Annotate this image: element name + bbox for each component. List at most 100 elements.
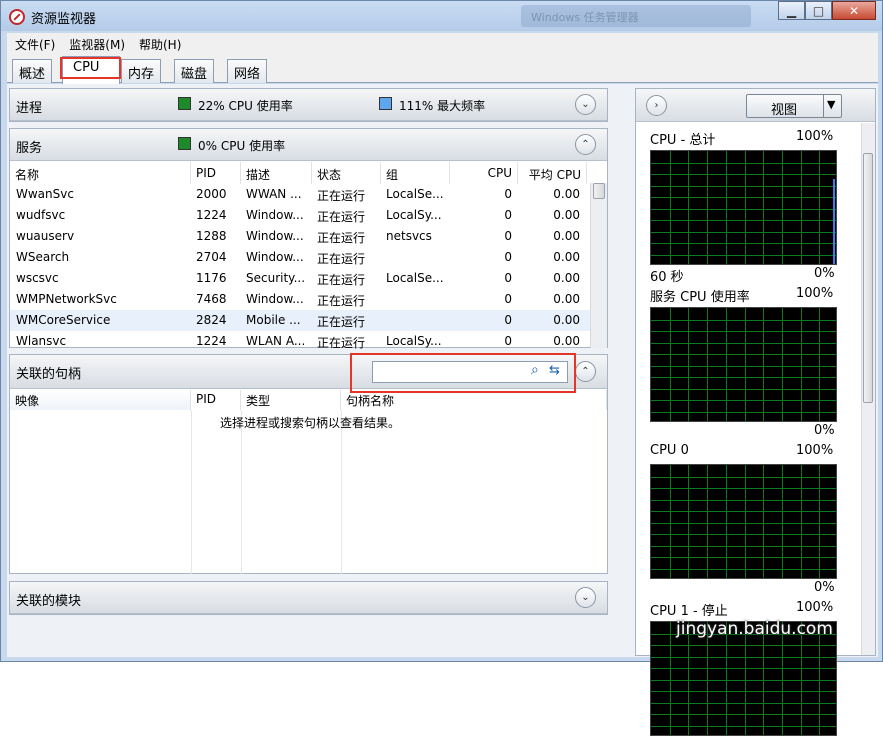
cell-desc: Window...: [246, 229, 304, 243]
cell-status: 正在运行: [317, 189, 366, 203]
collapse-services-button[interactable]: ⌃: [575, 134, 596, 155]
graph-footer-left: 60 秒: [650, 270, 684, 285]
column-type[interactable]: 类型: [241, 390, 341, 410]
grid-line: [670, 151, 671, 264]
grid-line: [651, 320, 836, 321]
column-name[interactable]: 名称: [10, 162, 191, 184]
grid-line: [651, 500, 836, 501]
grid-line: [819, 308, 820, 421]
table-row[interactable]: wuauserv 1288 Window... 正在运行 netsvcs 0 0.00: [10, 226, 590, 247]
close-button[interactable]: ✕: [832, 1, 876, 20]
column-avg-cpu[interactable]: 平均 CPU: [518, 162, 587, 184]
graph-max: 100%: [796, 286, 834, 301]
modules-title: 关联的模块: [16, 594, 82, 609]
services-header[interactable]: 服务 0% CPU 使用率 ⌃: [10, 129, 607, 161]
cell-avg: 0.00: [553, 334, 580, 348]
cell-pid: 1176: [196, 271, 227, 285]
table-row[interactable]: wscsvc 1176 Security... 正在运行 LocalSe... 0 0.00: [10, 268, 590, 289]
graphs-scrollbar[interactable]: [861, 123, 875, 655]
grid-line: [819, 465, 820, 578]
handles-header[interactable]: 关联的句柄 ⌕ ⇆ ⌃: [10, 355, 607, 389]
cell-status: 正在运行: [317, 273, 366, 287]
grid-line: [651, 569, 836, 570]
grid-line: [763, 308, 764, 421]
grid-line: [707, 308, 708, 421]
column-handle-name[interactable]: 句柄名称: [341, 390, 607, 410]
grid-line: [707, 465, 708, 578]
column-status[interactable]: 状态: [312, 162, 381, 184]
graph-title: 服务 CPU 使用率: [650, 290, 750, 305]
cell-avg: 0.00: [553, 313, 580, 327]
menu-help[interactable]: 帮助(H): [139, 36, 181, 53]
cpu-graph: [650, 464, 837, 579]
cell-name: WMPNetworkSvc: [16, 292, 117, 306]
cell-group: LocalSy...: [386, 334, 442, 348]
content-area: 进程 22% CPU 使用率 111% 最大频率 ⌄ 服务 0% CPU 使用率…: [7, 84, 878, 736]
grid-line: [688, 465, 689, 578]
grid-line: [651, 209, 836, 210]
tab-network[interactable]: 网络: [227, 59, 268, 83]
column-description[interactable]: 描述: [241, 162, 312, 184]
table-row[interactable]: wudfsvc 1224 Window... 正在运行 LocalSy... 0 0.00: [10, 205, 590, 226]
cell-pid: 2704: [196, 250, 227, 264]
table-row[interactable]: Wlansvc 1224 WLAN A... 正在运行 LocalSy... 0 0.00: [10, 331, 590, 352]
grid-line: [726, 465, 727, 578]
column-image[interactable]: 映像: [10, 390, 191, 410]
search-icon[interactable]: ⌕: [531, 362, 539, 378]
grid-line: [763, 465, 764, 578]
grid-line: [745, 465, 746, 578]
handle-search-input[interactable]: [375, 364, 525, 380]
cell-status: 正在运行: [317, 252, 366, 266]
table-row[interactable]: WMCoreService 2824 Mobile ... 正在运行 0 0.00: [10, 310, 590, 331]
grid-line: [651, 726, 836, 727]
table-row[interactable]: WwanSvc 2000 WWAN ... 正在运行 LocalSe... 0 0.00: [10, 184, 590, 205]
table-row[interactable]: WMPNetworkSvc 7468 Window... 正在运行 0 0.00: [10, 289, 590, 310]
background-window-title: Windows 任务管理器: [521, 5, 751, 27]
expand-processes-button[interactable]: ⌄: [575, 94, 596, 115]
column-pid[interactable]: PID: [191, 390, 241, 410]
maximize-icon: □: [812, 3, 825, 18]
menu-monitor[interactable]: 监视器(M): [69, 36, 125, 53]
tab-memory[interactable]: 内存: [121, 59, 162, 83]
minimize-icon: ▁: [786, 3, 797, 18]
graphs-scroll-thumb[interactable]: [863, 153, 873, 403]
grid-line: [651, 645, 836, 646]
cpu-graph: [650, 150, 837, 265]
view-button[interactable]: 视图 ▼: [746, 94, 842, 118]
graph-title: CPU 1 - 停止: [650, 604, 728, 619]
table-row[interactable]: WSearch 2704 Window... 正在运行 0 0.00: [10, 247, 590, 268]
graphs-panel: › 视图 ▼ CPU - 总计 100% 60 秒 0% 服务 CPU 使用率 100% 0…: [635, 88, 876, 736]
services-scrollbar[interactable]: [590, 183, 607, 348]
services-section: 服务 0% CPU 使用率 ⌃ 名称 PID 描述 状态 组 CPU 平均 CP…: [9, 128, 608, 350]
cell-desc: Mobile ...: [246, 313, 301, 327]
chevron-up-icon: ⌃: [581, 366, 590, 377]
cell-group: LocalSe...: [386, 187, 444, 201]
cell-desc: Window...: [246, 208, 304, 222]
title-bar[interactable]: 资源监视器 Windows 任务管理器 ▁ □ ✕: [1, 1, 882, 31]
maximize-button[interactable]: □: [805, 1, 832, 20]
expand-modules-button[interactable]: ⌄: [575, 587, 596, 608]
collapse-graphs-button[interactable]: ›: [646, 95, 667, 116]
collapse-handles-button[interactable]: ⌃: [575, 361, 596, 382]
grid-line: [782, 308, 783, 421]
column-cpu[interactable]: CPU: [450, 162, 518, 184]
tab-disk[interactable]: 磁盘: [174, 59, 215, 83]
scroll-thumb[interactable]: [593, 183, 605, 199]
menu-file[interactable]: 文件(F): [15, 36, 55, 53]
minimize-button[interactable]: ▁: [778, 1, 805, 20]
processes-cpu-usage: 22% CPU 使用率: [198, 99, 293, 113]
modules-header[interactable]: 关联的模块 ⌄: [10, 582, 607, 614]
tab-overview[interactable]: 概述: [12, 59, 53, 83]
tab-cpu[interactable]: CPU: [62, 56, 120, 84]
grid-line: [651, 703, 836, 704]
grid-line: [651, 243, 836, 244]
cpu-usage-swatch: [178, 97, 191, 110]
grid-line: [651, 163, 836, 164]
column-pid[interactable]: PID: [191, 162, 241, 184]
column-group[interactable]: 组: [381, 162, 450, 184]
grid-line: [651, 412, 836, 413]
grid-line: [745, 151, 746, 264]
processes-header[interactable]: 进程 22% CPU 使用率 111% 最大频率 ⌄: [10, 89, 607, 121]
clear-search-icon[interactable]: ⇆: [549, 363, 560, 378]
grid-line: [688, 151, 689, 264]
